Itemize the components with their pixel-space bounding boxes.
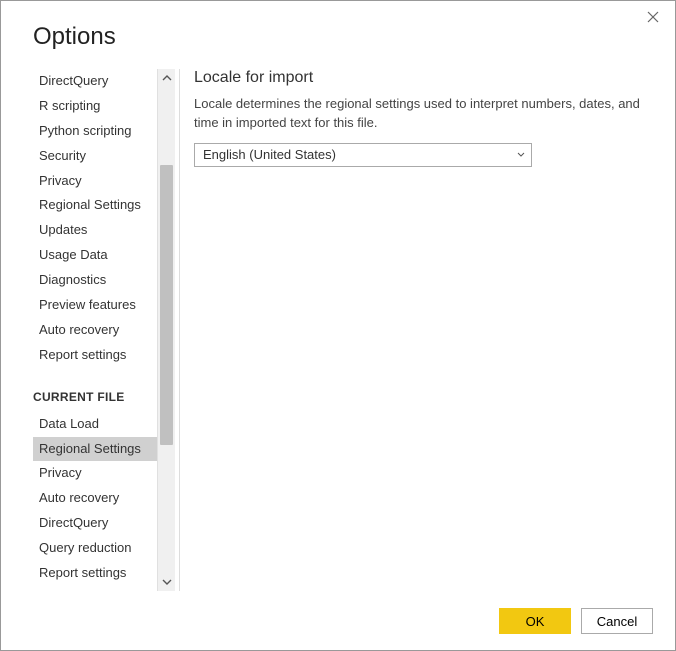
sidebar: DirectQuery R scripting Python scripting… bbox=[33, 69, 157, 591]
dialog-footer: OK Cancel bbox=[499, 608, 653, 634]
sidebar-item-security[interactable]: Security bbox=[33, 144, 157, 169]
sidebar-item-python-scripting[interactable]: Python scripting bbox=[33, 119, 157, 144]
sidebar-item-usage-data[interactable]: Usage Data bbox=[33, 243, 157, 268]
dialog-title: Options bbox=[1, 1, 675, 51]
chevron-down-icon[interactable] bbox=[158, 573, 175, 591]
sidebar-item-r-scripting[interactable]: R scripting bbox=[33, 94, 157, 119]
sidebar-item-file-directquery[interactable]: DirectQuery bbox=[33, 511, 157, 536]
sidebar-item-file-data-load[interactable]: Data Load bbox=[33, 412, 157, 437]
sidebar-item-file-auto-recovery[interactable]: Auto recovery bbox=[33, 486, 157, 511]
scrollbar-thumb[interactable] bbox=[160, 165, 173, 445]
sidebar-container: DirectQuery R scripting Python scripting… bbox=[33, 69, 175, 591]
dialog-body: DirectQuery R scripting Python scripting… bbox=[1, 51, 675, 591]
chevron-down-icon bbox=[517, 149, 525, 160]
main-heading: Locale for import bbox=[194, 69, 645, 87]
sidebar-item-privacy[interactable]: Privacy bbox=[33, 169, 157, 194]
close-icon[interactable] bbox=[645, 11, 661, 27]
locale-select-value: English (United States) bbox=[203, 147, 336, 162]
sidebar-item-file-privacy[interactable]: Privacy bbox=[33, 461, 157, 486]
sidebar-item-preview-features[interactable]: Preview features bbox=[33, 293, 157, 318]
options-dialog: Options DirectQuery R scripting Python s… bbox=[0, 0, 676, 651]
sidebar-item-directquery[interactable]: DirectQuery bbox=[33, 69, 157, 94]
sidebar-item-file-regional-settings[interactable]: Regional Settings bbox=[33, 437, 157, 462]
main-panel: Locale for import Locale determines the … bbox=[180, 69, 651, 591]
sidebar-scrollbar[interactable] bbox=[157, 69, 175, 591]
ok-button[interactable]: OK bbox=[499, 608, 571, 634]
sidebar-item-diagnostics[interactable]: Diagnostics bbox=[33, 268, 157, 293]
sidebar-item-file-query-reduction[interactable]: Query reduction bbox=[33, 536, 157, 561]
main-description: Locale determines the regional settings … bbox=[194, 95, 645, 133]
chevron-up-icon[interactable] bbox=[158, 69, 175, 87]
sidebar-item-regional-settings[interactable]: Regional Settings bbox=[33, 193, 157, 218]
sidebar-item-report-settings[interactable]: Report settings bbox=[33, 343, 157, 368]
sidebar-group-current-file: CURRENT FILE bbox=[33, 390, 157, 404]
sidebar-item-auto-recovery[interactable]: Auto recovery bbox=[33, 318, 157, 343]
sidebar-item-file-report-settings[interactable]: Report settings bbox=[33, 561, 157, 586]
sidebar-item-updates[interactable]: Updates bbox=[33, 218, 157, 243]
cancel-button[interactable]: Cancel bbox=[581, 608, 653, 634]
locale-select[interactable]: English (United States) bbox=[194, 143, 532, 167]
